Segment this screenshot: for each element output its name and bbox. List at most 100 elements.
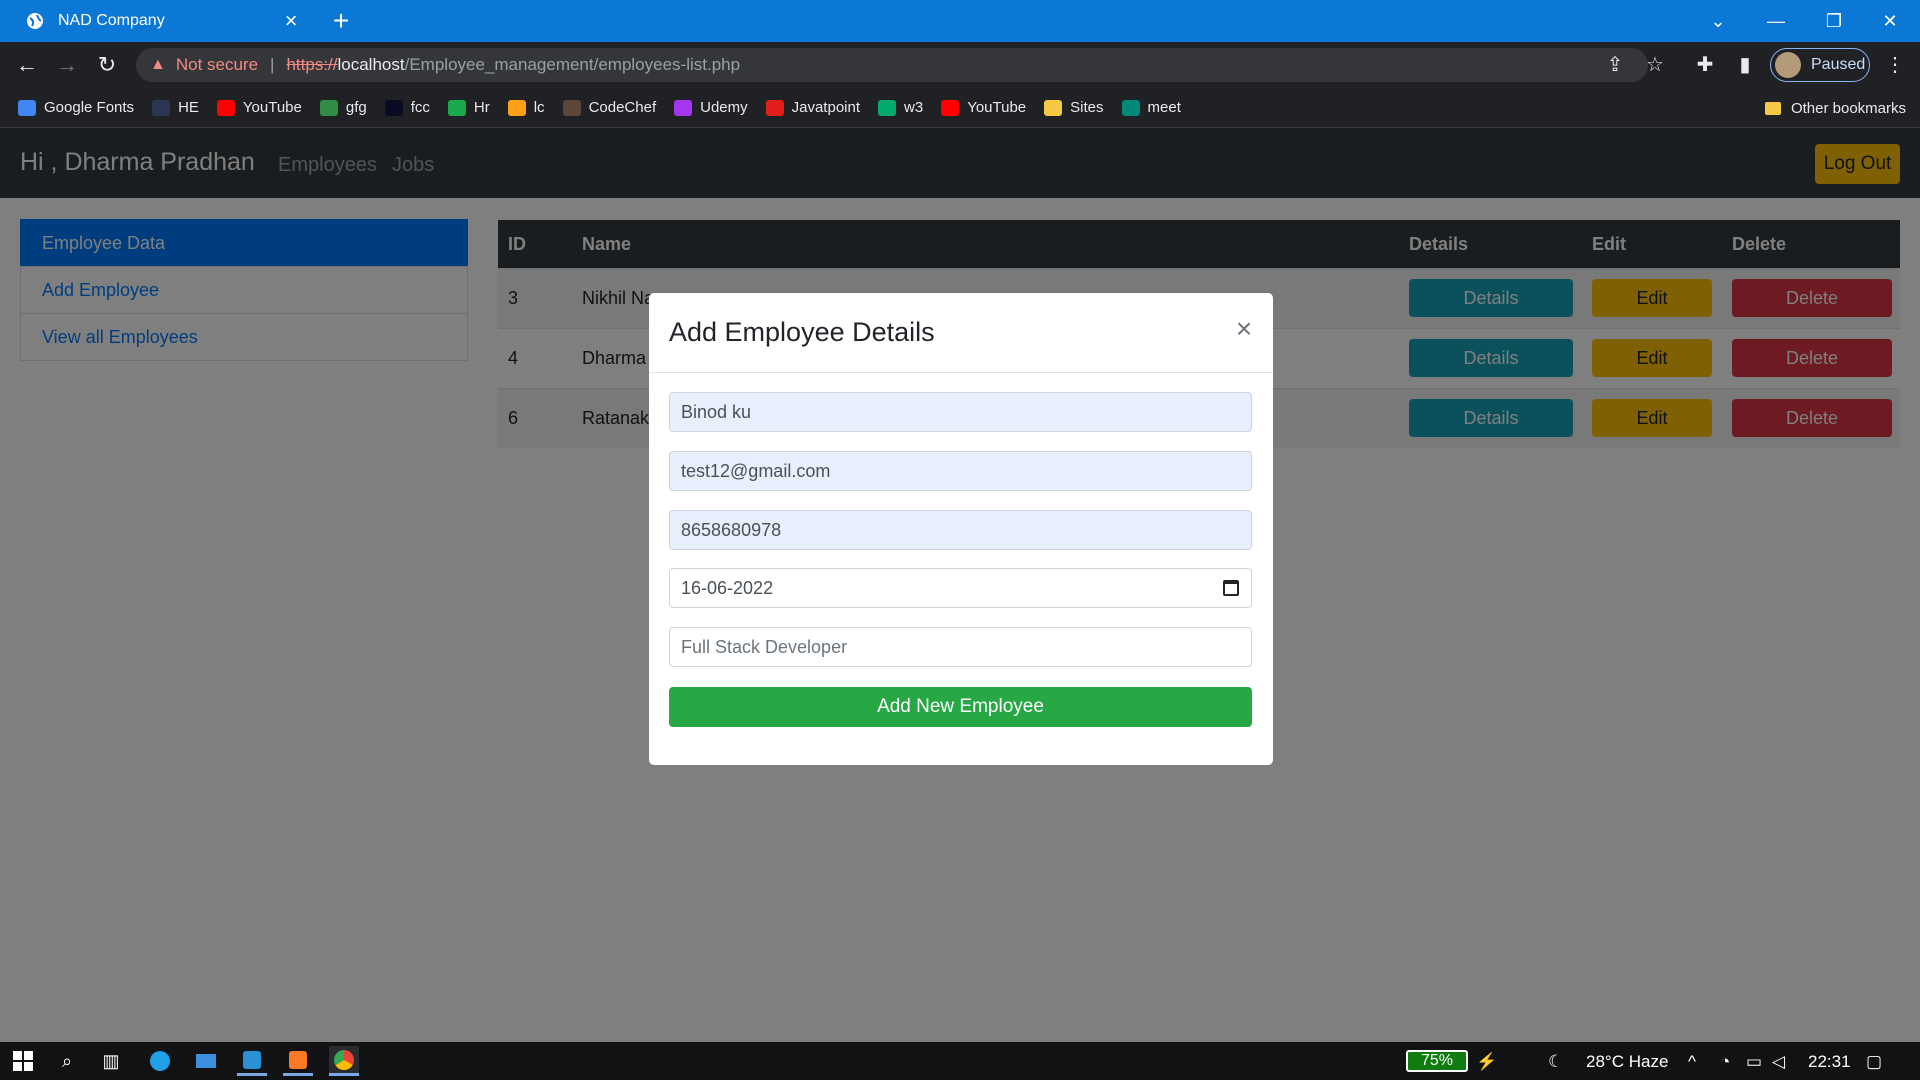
folder-icon <box>1044 99 1063 116</box>
bookmark-item[interactable]: w3 <box>878 99 923 116</box>
wifi-icon[interactable]: ◔ <box>1720 1052 1730 1072</box>
modal-title: Add Employee Details <box>669 317 935 347</box>
xampp-icon[interactable] <box>283 1046 313 1076</box>
email-field[interactable]: test12@gmail.com <box>669 451 1252 491</box>
weather-icon[interactable]: ☾ <box>1548 1052 1563 1072</box>
window-close-icon[interactable]: ✕ <box>1862 0 1918 42</box>
close-icon[interactable]: × <box>1229 313 1259 345</box>
bookmark-label: YouTube <box>242 99 302 116</box>
edge-icon[interactable] <box>145 1046 175 1076</box>
chrome-icon[interactable] <box>329 1046 359 1076</box>
bookmark-item[interactable]: meet <box>1121 99 1181 116</box>
omnibox-separator: | <box>270 55 275 74</box>
bookmark-item[interactable]: fcc <box>384 99 430 116</box>
calendar-icon[interactable] <box>1223 580 1239 596</box>
vscode-icon[interactable] <box>237 1046 267 1076</box>
volume-icon[interactable]: ◁ <box>1772 1052 1785 1072</box>
bookmark-item[interactable]: gfg <box>319 99 367 116</box>
bookmark-item[interactable]: YouTube <box>216 99 302 116</box>
leetcode-icon <box>507 99 526 116</box>
bookmark-item[interactable]: HE <box>152 99 199 116</box>
windows-start-icon[interactable] <box>8 1046 38 1076</box>
date-value: 16-06-2022 <box>681 578 774 598</box>
bookmark-label: fcc <box>410 99 430 116</box>
date-field[interactable]: 16-06-2022 <box>669 568 1252 608</box>
profile-button[interactable]: Paused <box>1770 48 1870 82</box>
forward-icon[interactable]: → <box>52 50 82 80</box>
menu-icon[interactable]: ⋮ <box>1880 50 1910 80</box>
bookmark-star-icon[interactable]: ☆ <box>1640 50 1670 80</box>
bookmark-item[interactable]: Sites <box>1044 99 1104 116</box>
share-icon[interactable]: ⇪ <box>1600 50 1630 80</box>
name-field[interactable]: Binod ku <box>669 392 1252 432</box>
warning-icon: ▲ <box>150 56 166 73</box>
google-fonts-icon <box>18 99 36 116</box>
tab-title: NAD Company <box>58 12 165 29</box>
profile-label: Paused <box>1811 56 1866 73</box>
role-field[interactable]: Full Stack Developer <box>669 627 1252 667</box>
bookmark-label: Javatpoint <box>791 99 861 116</box>
new-tab-icon[interactable]: + <box>326 6 356 36</box>
bookmark-item[interactable]: lc <box>507 99 545 116</box>
folder-icon <box>1764 101 1781 115</box>
clock[interactable]: 22:31 <box>1808 1052 1851 1072</box>
bookmark-item[interactable]: YouTube <box>941 99 1026 116</box>
bookmark-label: CodeChef <box>588 99 657 116</box>
freecodecamp-icon <box>384 99 403 116</box>
bookmark-item[interactable]: Udemy <box>674 99 748 116</box>
tray-chevron-icon[interactable]: ^ <box>1688 1052 1696 1072</box>
hackerearth-icon <box>152 99 171 116</box>
bookmark-label: Udemy <box>700 99 748 116</box>
windows-taskbar: ⌕ ▥ 75% ⚡ ☾ 28°C Haze ^ ◔ ▭ ◁ 22:31 ▢ <box>0 1042 1920 1080</box>
battery-indicator[interactable]: 75% <box>1406 1050 1468 1072</box>
url-scheme: https:// <box>286 55 338 74</box>
side-panel-icon[interactable]: ▮ <box>1730 50 1760 80</box>
avatar <box>1775 52 1801 78</box>
browser-toolbar: ← → ↻ ▲ Not secure | https:// localhost … <box>0 42 1920 88</box>
phone-field[interactable]: 8658680978 <box>669 510 1252 550</box>
bookmark-label: lc <box>533 99 545 116</box>
minimize-icon[interactable]: — <box>1748 0 1804 42</box>
charging-icon: ⚡ <box>1476 1052 1498 1071</box>
tab-search-icon[interactable]: ⌄ <box>1690 0 1746 42</box>
tab-close-icon[interactable]: × <box>272 8 310 34</box>
bookmark-label: gfg <box>345 99 367 116</box>
extensions-icon[interactable]: ✚ <box>1690 50 1720 80</box>
not-secure-label: Not secure <box>175 55 259 74</box>
codechef-icon <box>562 99 581 116</box>
other-bookmarks[interactable]: Other bookmarks <box>1764 88 1906 128</box>
search-icon[interactable]: ⌕ <box>52 1046 82 1076</box>
web-page: Hi , Dharma Pradhan Employees Jobs Log O… <box>0 128 1920 1042</box>
bookmark-label: Google Fonts <box>44 99 135 116</box>
globe-icon <box>27 13 43 29</box>
address-bar[interactable]: ▲ Not secure | https:// localhost /Emplo… <box>136 48 1648 82</box>
url-host: localhost <box>337 55 405 74</box>
bookmark-label: YouTube <box>967 99 1027 116</box>
youtube-icon <box>216 99 235 116</box>
javatpoint-icon <box>765 99 784 116</box>
gfg-icon <box>319 99 338 116</box>
bookmark-item[interactable]: Javatpoint <box>765 99 861 116</box>
modal-header: Add Employee Details × <box>649 293 1273 373</box>
bookmark-label: HE <box>178 99 199 116</box>
restore-icon[interactable]: ❐ <box>1806 0 1862 42</box>
mail-icon[interactable] <box>191 1046 221 1076</box>
browser-tab-strip: NAD Company × + ⌄ — ❐ ✕ <box>0 0 1920 42</box>
weather-label[interactable]: 28°C Haze <box>1586 1052 1668 1072</box>
back-icon[interactable]: ← <box>12 50 42 80</box>
youtube-icon <box>941 99 960 116</box>
browser-tab[interactable]: NAD Company × <box>10 0 310 42</box>
w3schools-icon <box>878 99 897 116</box>
add-new-employee-button[interactable]: Add New Employee <box>669 687 1252 727</box>
bookmarks-bar: Google Fonts HE YouTube gfg fcc Hr lc CodeChef U… <box>0 88 1920 128</box>
bookmark-label: w3 <box>904 99 924 116</box>
bookmark-item[interactable]: Hr <box>447 99 490 116</box>
reload-icon[interactable]: ↻ <box>92 50 122 80</box>
notifications-icon[interactable]: ▢ <box>1866 1052 1882 1072</box>
bookmark-label: Sites <box>1070 99 1104 116</box>
other-bookmarks-label: Other bookmarks <box>1790 99 1906 117</box>
battery-icon[interactable]: ▭ <box>1746 1052 1762 1072</box>
bookmark-item[interactable]: Google Fonts <box>18 99 134 116</box>
bookmark-item[interactable]: CodeChef <box>562 99 657 116</box>
task-view-icon[interactable]: ▥ <box>96 1046 126 1076</box>
